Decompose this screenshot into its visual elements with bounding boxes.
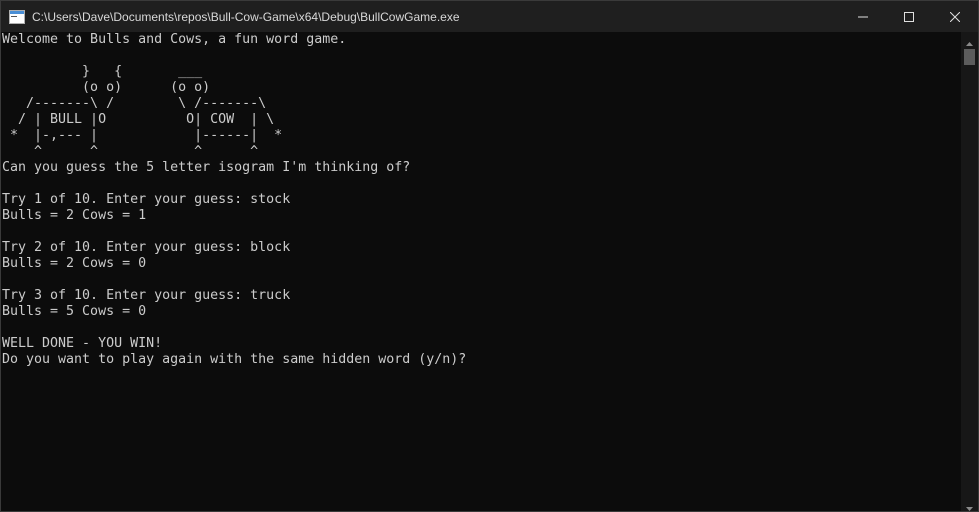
ascii-art-line: / | BULL |O O| COW | \ (2, 112, 275, 127)
caption-buttons (840, 1, 978, 32)
console-line: Try 2 of 10. Enter your guess: block (2, 240, 291, 255)
scroll-down-button[interactable] (961, 496, 978, 512)
console-line: Bulls = 5 Cows = 0 (2, 304, 147, 319)
ascii-art-line: } { ___ (2, 64, 203, 79)
scroll-down-arrow-icon (966, 496, 973, 512)
close-icon (950, 11, 960, 22)
console-line: Try 1 of 10. Enter your guess: stock (2, 192, 291, 207)
ascii-art-line: (o o) (o o) (2, 80, 211, 95)
minimize-icon (858, 12, 868, 22)
console-app-icon[interactable] (9, 9, 25, 24)
title-bar[interactable]: C:\Users\Dave\Documents\repos\Bull-Cow-G… (1, 1, 978, 32)
console-line: Welcome to Bulls and Cows, a fun word ga… (2, 32, 347, 47)
console-line: Can you guess the 5 letter isogram I'm t… (2, 160, 411, 175)
maximize-icon (904, 11, 914, 22)
console-line: Do you want to play again with the same … (2, 352, 467, 367)
ascii-art-line: /-------\ / \ /-------\ (2, 96, 267, 111)
ascii-art-line: ^ ^ ^ ^ (2, 144, 259, 159)
console-output[interactable]: Welcome to Bulls and Cows, a fun word ga… (1, 32, 962, 511)
console-line: Try 3 of 10. Enter your guess: truck (2, 288, 291, 303)
close-button[interactable] (932, 1, 978, 32)
maximize-button[interactable] (886, 1, 932, 32)
scrollbar-thumb[interactable] (964, 49, 975, 65)
minimize-button[interactable] (840, 1, 886, 32)
console-line: Bulls = 2 Cows = 1 (2, 208, 147, 223)
console-line: WELL DONE - YOU WIN! (2, 336, 163, 351)
scroll-up-arrow-icon (966, 31, 973, 50)
console-window: C:\Users\Dave\Documents\repos\Bull-Cow-G… (0, 0, 979, 512)
vertical-scrollbar[interactable] (961, 32, 978, 512)
scroll-up-button[interactable] (961, 32, 978, 48)
window-title: C:\Users\Dave\Documents\repos\Bull-Cow-G… (32, 9, 460, 24)
console-line: Bulls = 2 Cows = 0 (2, 256, 147, 271)
ascii-art-line: * |-,--- | |------| * (2, 128, 283, 143)
